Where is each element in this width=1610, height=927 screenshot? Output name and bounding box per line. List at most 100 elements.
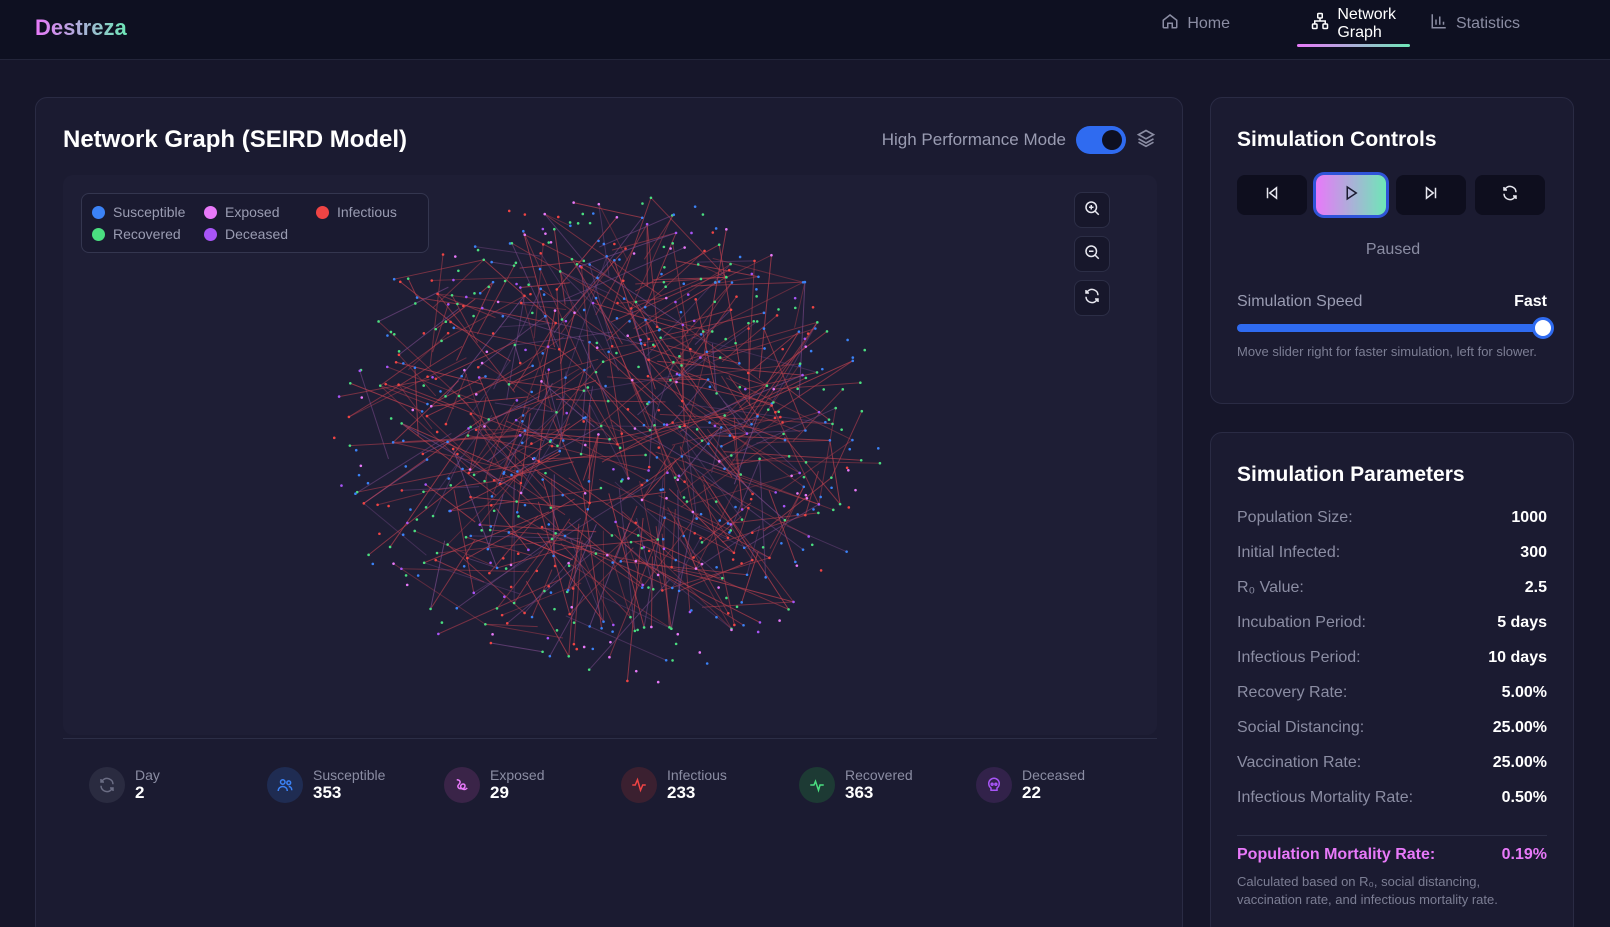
stat-label: Exposed xyxy=(490,767,545,783)
reset-simulation-button[interactable] xyxy=(1475,175,1545,215)
network-node xyxy=(519,301,523,305)
network-edge xyxy=(792,388,844,442)
network-node xyxy=(515,399,519,402)
network-node xyxy=(661,589,664,592)
network-node xyxy=(674,231,678,235)
step-back-button[interactable] xyxy=(1237,175,1307,215)
network-node xyxy=(421,452,425,456)
speed-slider-track[interactable] xyxy=(1237,324,1543,332)
nav-item-home[interactable]: Home xyxy=(1147,0,1244,47)
network-node xyxy=(552,554,555,558)
network-node xyxy=(781,347,784,351)
network-node xyxy=(812,508,815,511)
network-node xyxy=(487,285,491,289)
network-node xyxy=(860,409,864,413)
network-node xyxy=(758,621,762,624)
nav-label-network-graph: Network Graph xyxy=(1337,5,1396,41)
network-edge xyxy=(720,429,806,435)
network-node xyxy=(606,399,610,403)
param-value: 25.00% xyxy=(1492,754,1547,771)
network-node xyxy=(723,414,726,417)
network-node xyxy=(521,414,525,417)
network-edge xyxy=(573,202,643,219)
network-node xyxy=(662,423,666,426)
network-node xyxy=(358,369,362,373)
network-node xyxy=(627,477,630,480)
network-node xyxy=(726,611,730,615)
network-node xyxy=(671,421,674,424)
network-node xyxy=(713,300,717,304)
performance-mode-toggle[interactable] xyxy=(1076,126,1126,154)
network-node xyxy=(362,502,366,505)
network-edge xyxy=(496,508,529,551)
network-node xyxy=(678,425,682,429)
network-node xyxy=(648,428,652,432)
network-node xyxy=(738,255,742,259)
network-node xyxy=(541,243,545,246)
param-key: R₀ Value: xyxy=(1237,579,1304,596)
network-node xyxy=(611,561,614,564)
network-graph-canvas[interactable]: Susceptible Exposed Infectious Recovered… xyxy=(63,175,1157,735)
network-node xyxy=(729,262,732,266)
network-node xyxy=(492,478,496,482)
network-node xyxy=(576,222,580,225)
network-node xyxy=(696,263,700,266)
squiggle-icon xyxy=(444,767,480,803)
network-node xyxy=(730,281,734,284)
network-node xyxy=(474,393,478,396)
network-node xyxy=(567,561,570,565)
network-node xyxy=(669,378,672,382)
param-row-mortality: Infectious Mortality Rate: 0.50% xyxy=(1237,789,1547,807)
network-node xyxy=(732,436,736,439)
network-node xyxy=(563,534,567,538)
network-edge xyxy=(659,571,744,626)
network-node xyxy=(765,384,769,388)
step-forward-button[interactable] xyxy=(1396,175,1466,215)
network-node xyxy=(434,558,438,562)
network-node xyxy=(692,319,696,323)
network-node xyxy=(772,387,776,391)
network-node xyxy=(505,621,509,625)
network-node xyxy=(533,456,536,460)
network-node xyxy=(605,553,609,557)
network-node xyxy=(620,480,623,483)
speed-slider-thumb[interactable] xyxy=(1532,317,1554,339)
network-node xyxy=(619,560,623,563)
network-node xyxy=(642,626,646,629)
play-button[interactable] xyxy=(1316,175,1386,215)
network-node xyxy=(540,525,544,529)
zoom-out-button[interactable] xyxy=(1074,236,1110,272)
network-node xyxy=(613,258,616,262)
network-node xyxy=(840,428,843,431)
network-node xyxy=(514,418,518,422)
layers-icon[interactable] xyxy=(1136,128,1156,153)
network-node xyxy=(404,574,408,577)
network-node xyxy=(392,332,396,336)
zoom-in-button[interactable] xyxy=(1074,192,1110,228)
network-node xyxy=(609,640,612,644)
network-node xyxy=(670,586,674,590)
network-node xyxy=(724,337,727,341)
network-node xyxy=(699,277,703,281)
network-node xyxy=(566,588,570,592)
network-node xyxy=(527,548,530,552)
network-node xyxy=(440,339,443,343)
nav-item-statistics[interactable]: Statistics xyxy=(1416,0,1534,47)
network-node xyxy=(624,247,627,250)
network-node xyxy=(626,408,630,411)
reset-view-button[interactable] xyxy=(1074,280,1110,316)
network-node xyxy=(389,417,393,420)
network-node xyxy=(796,492,799,495)
network-edge xyxy=(385,383,455,410)
network-node xyxy=(740,518,744,521)
network-node xyxy=(446,331,450,335)
network-node xyxy=(628,320,631,323)
nav-item-network-graph[interactable]: Network Graph xyxy=(1297,0,1410,47)
network-node xyxy=(639,342,643,345)
network-node xyxy=(544,471,547,475)
network-node xyxy=(568,612,571,616)
network-node xyxy=(775,314,779,317)
brand-logo[interactable]: Destreza xyxy=(35,15,127,41)
pulse-icon xyxy=(621,767,657,803)
network-node xyxy=(618,258,621,261)
